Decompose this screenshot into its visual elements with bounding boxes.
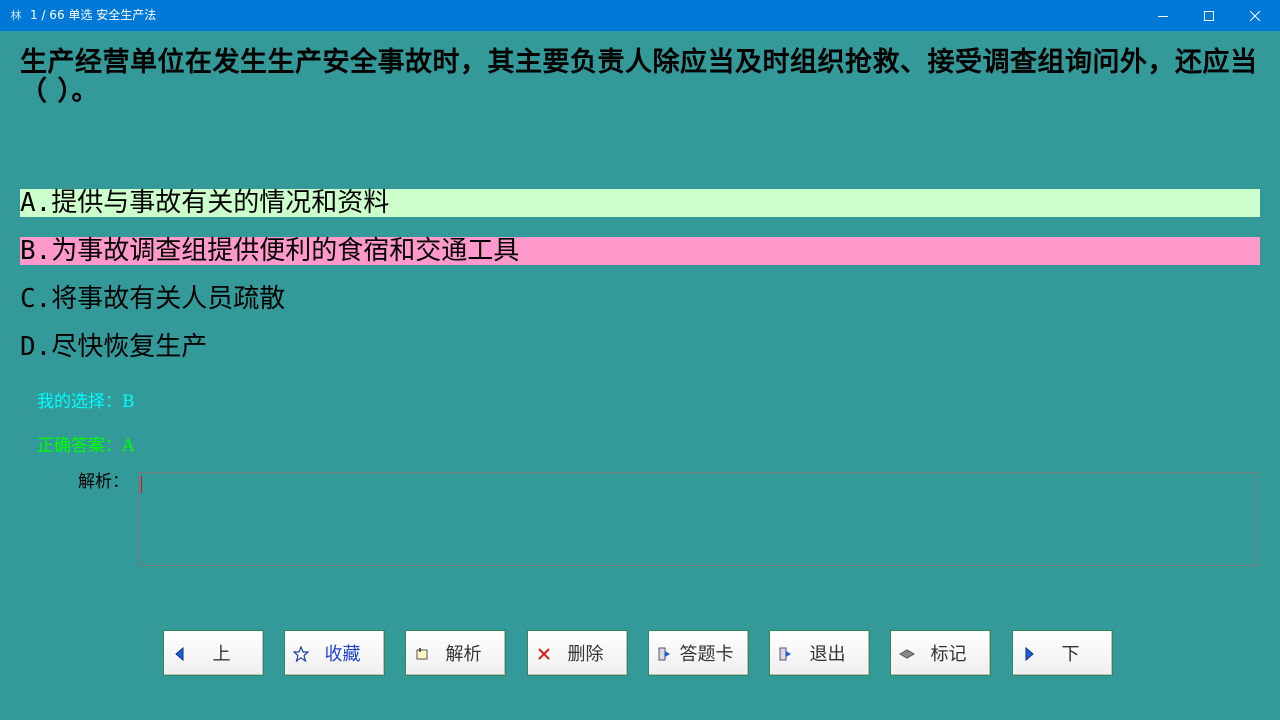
analysis-label: 解析： xyxy=(78,472,129,492)
my-choice: 我的选择：B xyxy=(37,392,135,412)
analysis-textbox[interactable] xyxy=(138,472,1257,566)
analysis-button[interactable]: 解析 xyxy=(405,630,506,676)
door-arrow-icon xyxy=(778,646,794,662)
option-d[interactable]: D.尽快恢复生产 xyxy=(20,333,1260,361)
close-button[interactable] xyxy=(1232,0,1278,31)
analysis-button-label: 解析 xyxy=(445,644,482,665)
correct-answer: 正确答案：A xyxy=(37,436,135,456)
window-title: 1 / 66 单选 安全生产法 xyxy=(30,8,157,22)
text-caret xyxy=(141,476,142,493)
option-b[interactable]: B.为事故调查组提供便利的食宿和交通工具 xyxy=(20,237,1260,265)
minimize-icon xyxy=(1158,15,1168,17)
app-icon: 林 xyxy=(10,9,22,22)
option-a[interactable]: A.提供与事故有关的情况和资料 xyxy=(20,189,1260,217)
triangle-left-icon xyxy=(172,646,188,662)
next-button[interactable]: 下 xyxy=(1012,630,1113,676)
prev-button[interactable]: 上 xyxy=(163,630,264,676)
exit-button[interactable]: 退出 xyxy=(769,630,870,676)
delete-label: 删除 xyxy=(567,644,604,665)
title-bar[interactable]: 林 1 / 66 单选 安全生产法 xyxy=(0,0,1280,31)
close-icon xyxy=(1250,10,1260,21)
question-text: 生产经营单位在发生生产安全事故时，其主要负责人除应当及时组织抢救、接受调查组询问… xyxy=(20,47,1258,107)
mark-button[interactable]: 标记 xyxy=(890,630,991,676)
eraser-icon xyxy=(899,646,915,662)
maximize-button[interactable] xyxy=(1186,0,1232,31)
next-label: 下 xyxy=(1061,644,1080,665)
x-icon xyxy=(536,646,552,662)
option-c[interactable]: C.将事故有关人员疏散 xyxy=(20,285,1260,313)
answer-card-label: 答题卡 xyxy=(679,644,734,665)
exit-label: 退出 xyxy=(809,644,846,665)
answer-card-button[interactable]: 答题卡 xyxy=(648,630,749,676)
star-icon xyxy=(293,646,309,662)
minimize-button[interactable] xyxy=(1140,0,1186,31)
favorite-button[interactable]: 收藏 xyxy=(284,630,385,676)
door-arrow-icon xyxy=(657,646,673,662)
quiz-window: 林 1 / 66 单选 安全生产法 生产经营单位在发生生产安全事故时，其主要负责… xyxy=(0,0,1280,720)
favorite-label: 收藏 xyxy=(324,644,361,665)
note-icon xyxy=(414,646,430,662)
delete-button[interactable]: 删除 xyxy=(527,630,628,676)
triangle-right-icon xyxy=(1021,646,1037,662)
maximize-icon xyxy=(1204,10,1214,21)
prev-label: 上 xyxy=(212,644,231,665)
mark-label: 标记 xyxy=(930,644,967,665)
